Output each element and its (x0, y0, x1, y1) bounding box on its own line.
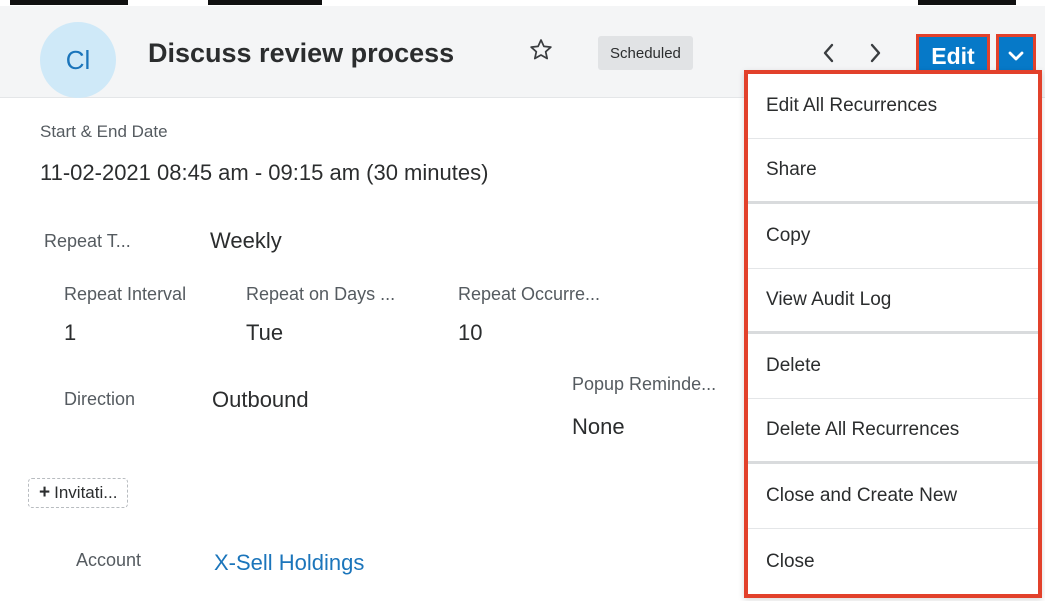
top-strip-segment (10, 0, 128, 5)
menu-item-share[interactable]: Share (748, 139, 1038, 204)
repeat-type-label: Repeat T... (44, 231, 131, 251)
top-strip-segment (208, 0, 322, 5)
direction-label: Direction (64, 389, 136, 409)
chevron-left-icon (823, 43, 834, 63)
chevron-right-icon (870, 43, 881, 63)
start-end-date-value: 11-02-2021 08:45 am - 09:15 am (30 minut… (40, 160, 489, 185)
page-title: Discuss review process (148, 38, 455, 68)
star-icon (530, 39, 552, 60)
actions-menu: Edit All Recurrences Share Copy View Aud… (744, 70, 1042, 598)
menu-item-delete[interactable]: Delete (748, 334, 1038, 399)
repeat-occurrences-value: 10 (458, 320, 483, 345)
favorite-button[interactable] (528, 37, 554, 63)
avatar: Cl (40, 22, 116, 98)
avatar-initials: Cl (65, 44, 91, 75)
popup-reminder-label: Popup Reminde... (572, 374, 717, 394)
next-record-button[interactable] (864, 38, 888, 68)
account-label: Account (76, 550, 142, 570)
chevron-down-icon (1008, 51, 1024, 61)
menu-item-copy[interactable]: Copy (748, 204, 1038, 269)
repeat-days-value: Tue (246, 320, 284, 345)
account-link[interactable]: X-Sell Holdings (214, 550, 364, 576)
direction-value: Outbound (212, 387, 309, 412)
repeat-occurrences-label: Repeat Occurre... (458, 284, 601, 304)
repeat-days-label: Repeat on Days ... (246, 284, 396, 304)
status-badge: Scheduled (598, 36, 693, 70)
plus-icon: + (39, 482, 51, 503)
add-invitees-label: Invitati... (54, 483, 118, 502)
menu-item-close[interactable]: Close (748, 529, 1038, 594)
menu-item-close-and-create-new[interactable]: Close and Create New (748, 464, 1038, 529)
add-invitees-button[interactable]: + Invitati... (28, 478, 129, 508)
repeat-interval-value: 1 (64, 320, 77, 345)
repeat-type-value: Weekly (210, 228, 282, 253)
menu-item-edit-all-recurrences[interactable]: Edit All Recurrences (748, 74, 1038, 139)
top-strip-segment (918, 0, 1016, 5)
menu-item-delete-all-recurrences[interactable]: Delete All Recurrences (748, 399, 1038, 464)
repeat-interval-label: Repeat Interval (64, 284, 187, 304)
popup-reminder-value: None (572, 414, 625, 439)
start-end-date-label: Start & End Date (40, 122, 168, 141)
previous-record-button[interactable] (816, 38, 840, 68)
menu-item-view-audit-log[interactable]: View Audit Log (748, 269, 1038, 334)
